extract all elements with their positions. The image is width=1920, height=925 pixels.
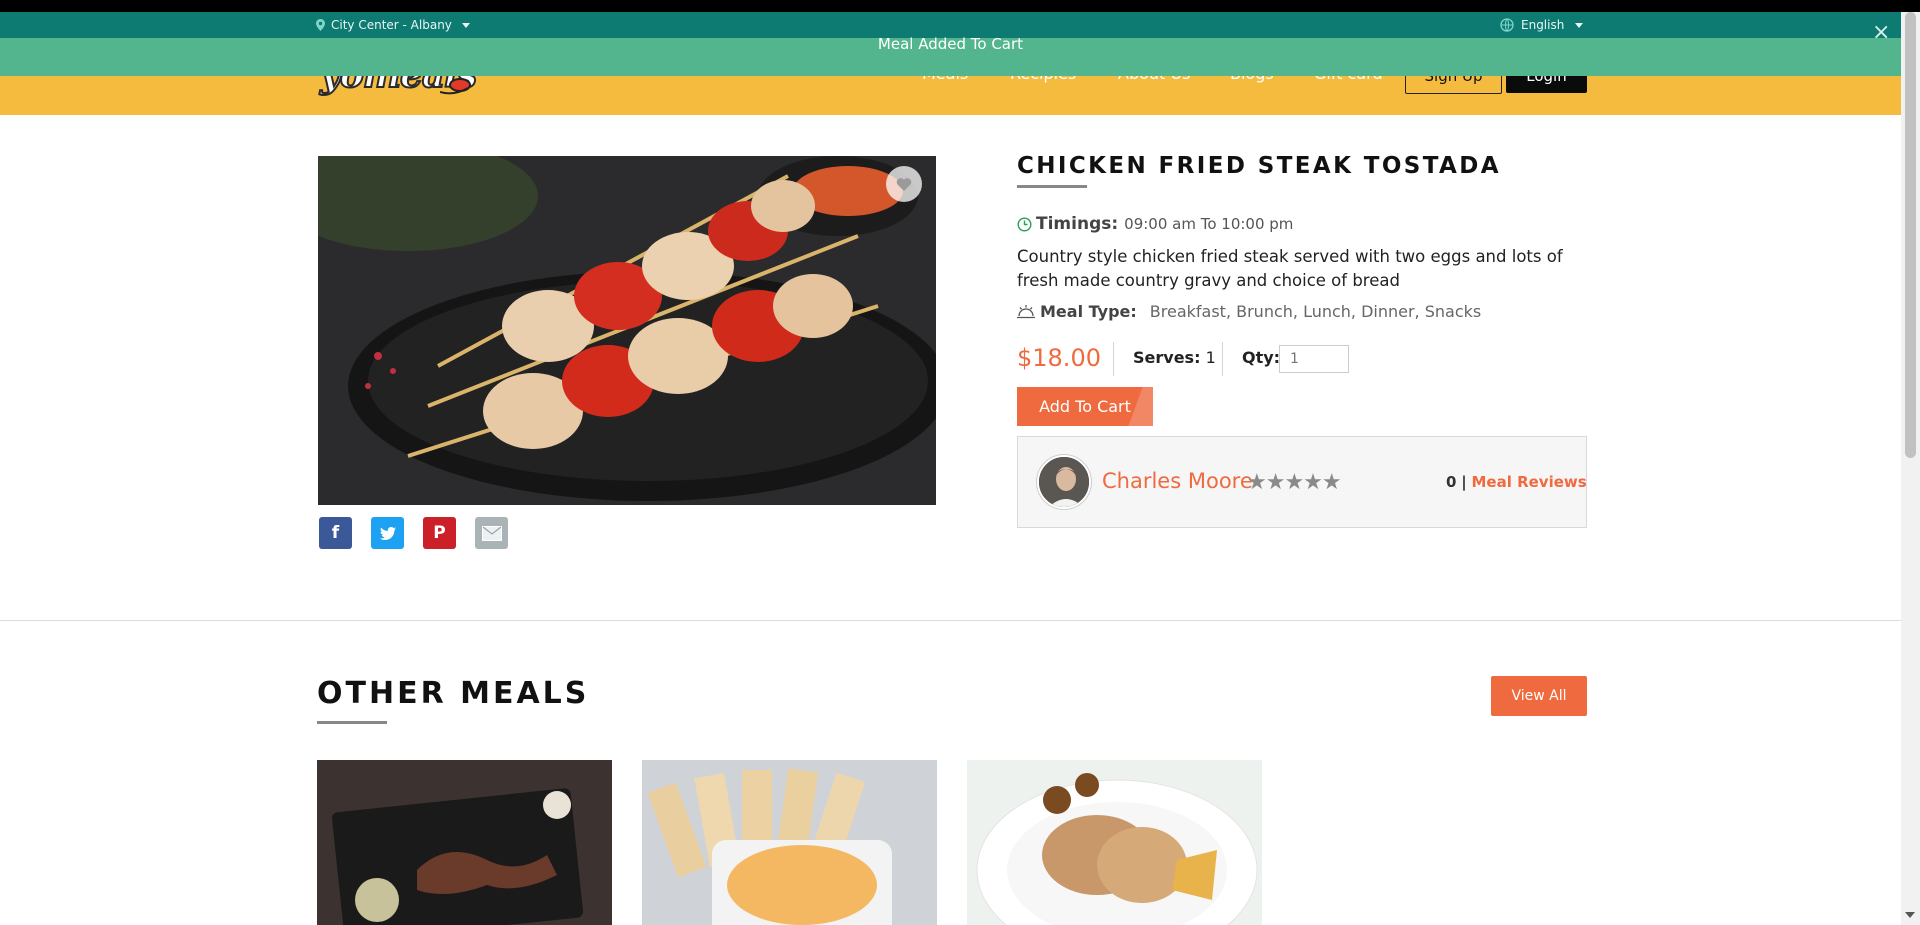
pinterest-share-button[interactable]: P (423, 517, 456, 549)
chevron-down-icon (461, 22, 470, 28)
chef-avatar[interactable] (1037, 455, 1091, 509)
chevron-down-icon (1575, 22, 1584, 28)
divider (1222, 342, 1223, 376)
pinterest-icon: P (433, 523, 446, 543)
qty-label: Qty: (1242, 348, 1281, 367)
scroll-down-arrow-icon[interactable] (1905, 912, 1915, 918)
meal-type-row: Meal Type: Breakfast, Brunch, Lunch, Din… (1017, 302, 1481, 321)
reviews-summary: 0 | Meal Reviews (1446, 473, 1587, 491)
timings-value: 09:00 am To 10:00 pm (1124, 215, 1294, 233)
meal-type-label: Meal Type: (1040, 302, 1137, 321)
meal-card-image (967, 760, 1262, 925)
add-to-cart-button[interactable]: Add To Cart (1017, 387, 1153, 426)
divider (1113, 342, 1114, 376)
heading-underline (317, 721, 387, 724)
logo-swoosh-icon (440, 78, 471, 95)
review-separator: | (1461, 473, 1467, 491)
product-price: $18.00 (1017, 344, 1101, 372)
close-icon[interactable]: × (1872, 22, 1890, 44)
add-to-cart-label: Add To Cart (1039, 397, 1131, 416)
globe-icon (1500, 18, 1514, 32)
email-icon (481, 525, 502, 541)
view-all-button[interactable]: View All (1491, 676, 1587, 716)
chef-name-link[interactable]: Charles Moore (1102, 469, 1253, 493)
serves-label: Serves: (1133, 348, 1201, 367)
meal-card-image (317, 760, 612, 925)
meal-reviews-link[interactable]: Meal Reviews (1471, 473, 1586, 491)
toast-message: Meal Added To Cart (877, 35, 1024, 53)
language-selector[interactable]: English (1500, 12, 1584, 38)
meal-card-image (642, 760, 937, 925)
quantity-input[interactable] (1279, 345, 1349, 373)
scrollbar-thumb[interactable] (1905, 12, 1916, 458)
location-pin-icon (316, 19, 325, 31)
product-description: Country style chicken fried steak served… (1017, 247, 1563, 290)
heart-icon (896, 178, 912, 191)
sunrise-icon (1017, 305, 1035, 319)
meal-card[interactable] (967, 760, 1262, 925)
other-meals-heading: OTHER MEALS (317, 676, 590, 711)
timings-label: Timings: (1036, 214, 1119, 234)
twitter-share-button[interactable] (371, 517, 404, 549)
rating-stars: ★★★★★ (1247, 470, 1342, 495)
timings-row: Timings: 09:00 am To 10:00 pm (1017, 214, 1293, 234)
meal-type-value: Breakfast, Brunch, Lunch, Dinner, Snacks (1149, 302, 1482, 321)
location-selector[interactable]: City Center - Albany (316, 12, 470, 38)
email-share-button[interactable] (475, 517, 508, 549)
meal-card[interactable] (317, 760, 612, 925)
favorite-button[interactable] (886, 166, 922, 202)
serves-value: 1 (1205, 348, 1216, 367)
clock-icon (1017, 216, 1032, 232)
language-label: English (1521, 18, 1565, 32)
review-count: 0 (1446, 473, 1457, 491)
section-divider (0, 620, 1901, 621)
product-image (318, 156, 936, 505)
location-label: City Center - Albany (331, 18, 452, 32)
serves-row: Serves: 1 (1133, 348, 1216, 367)
title-underline (1017, 185, 1087, 188)
meal-card[interactable] (642, 760, 937, 925)
twitter-icon (379, 526, 396, 540)
browser-top-strip (0, 0, 1920, 12)
facebook-share-button[interactable]: f (319, 517, 352, 549)
product-title: CHICKEN FRIED STEAK TOSTADA (1017, 153, 1501, 179)
facebook-icon: f (331, 523, 340, 543)
